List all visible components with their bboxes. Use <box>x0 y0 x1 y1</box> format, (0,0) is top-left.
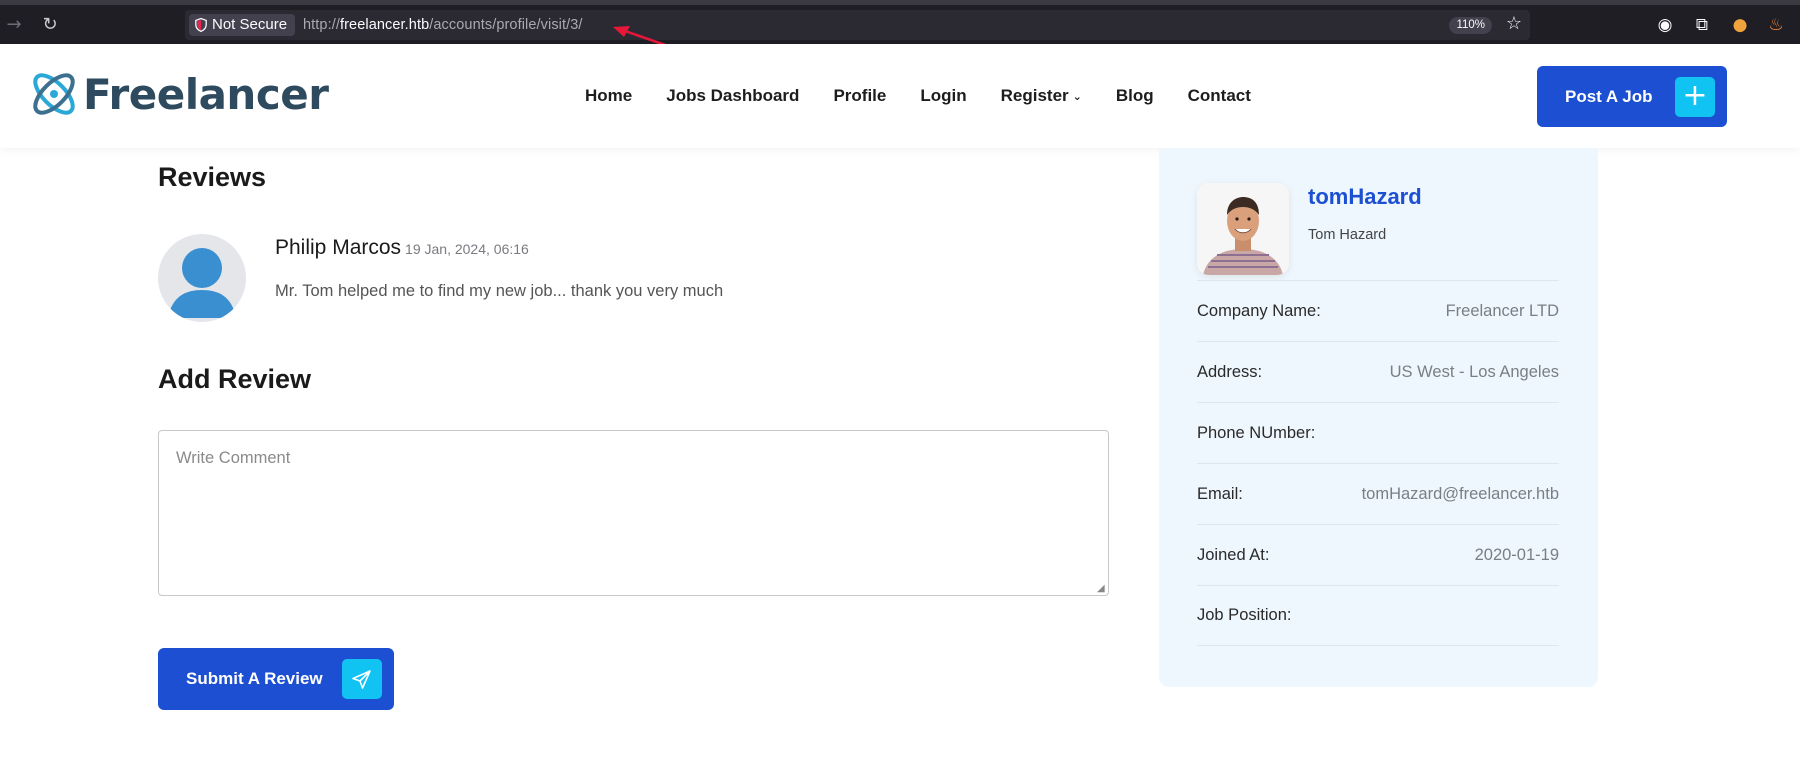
browser-toolbar: → ↻ Not Secure http://freelancer.htb/acc… <box>0 0 1800 44</box>
nav-register[interactable]: Register ⌄ <box>1001 86 1082 106</box>
site-header: Freelancer Home Jobs Dashboard Profile L… <box>0 44 1800 148</box>
freelancer-logo-icon <box>33 73 75 115</box>
plus-icon: + <box>1675 77 1715 117</box>
site-logo[interactable]: Freelancer <box>27 68 329 120</box>
forward-icon[interactable]: → <box>2 13 26 37</box>
nav-home[interactable]: Home <box>585 86 632 106</box>
info-value: US West - Los Angeles <box>1389 362 1559 381</box>
info-row-email: Email: tomHazard@freelancer.htb <box>1197 463 1559 524</box>
bookmark-star-icon[interactable]: ☆ <box>1506 13 1522 34</box>
info-label: Email: <box>1197 484 1243 503</box>
account-icon[interactable]: ◉ <box>1655 15 1675 35</box>
post-job-label: Post A Job <box>1565 86 1653 106</box>
profile-full-name: Tom Hazard <box>1308 227 1387 243</box>
review-comment: Mr. Tom helped me to find my new job... … <box>275 282 724 300</box>
not-secure-label: Not Secure <box>212 16 288 33</box>
info-row-joined: Joined At: 2020-01-19 <box>1197 524 1559 585</box>
info-row-phone: Phone NUmber: <box>1197 402 1559 463</box>
post-job-button[interactable]: Post A Job + <box>1537 66 1727 127</box>
info-value: Freelancer LTD <box>1445 301 1559 320</box>
nav-jobs-dashboard[interactable]: Jobs Dashboard <box>666 86 799 106</box>
info-label: Address: <box>1197 362 1263 381</box>
info-label: Joined At: <box>1197 545 1270 564</box>
nav-contact[interactable]: Contact <box>1188 86 1251 106</box>
review-author: Philip Marcos <box>275 236 402 259</box>
extension-cookie-icon[interactable]: ● <box>1730 15 1750 35</box>
resize-grip-icon[interactable]: ◢ <box>1097 583 1107 594</box>
info-label: Phone NUmber: <box>1197 423 1316 442</box>
add-review-heading: Add Review <box>158 364 312 394</box>
send-icon <box>342 659 382 699</box>
reviews-heading: Reviews <box>158 162 267 192</box>
url-text[interactable]: http://freelancer.htb/accounts/profile/v… <box>303 10 583 40</box>
profile-card: tomHazard Tom Hazard Company Name: Freel… <box>1159 148 1598 687</box>
url-host: freelancer.htb <box>339 17 430 33</box>
profile-username: tomHazard <box>1308 184 1422 209</box>
info-value: tomHazard@freelancer.htb <box>1361 484 1559 503</box>
review-item: Philip Marcos 19 Jan, 2024, 06:16 Mr. Tom… <box>158 234 1058 324</box>
nav-register-label: Register <box>1000 86 1069 105</box>
zoom-indicator[interactable]: 110% <box>1449 17 1492 34</box>
shield-icon <box>195 18 207 32</box>
info-label: Company Name: <box>1197 301 1321 320</box>
url-path: /accounts/profile/visit/3/ <box>429 17 583 33</box>
comment-textarea[interactable] <box>158 430 1109 596</box>
reload-icon[interactable]: ↻ <box>38 13 62 37</box>
extensions-icon[interactable]: ⧉ <box>1692 15 1712 35</box>
default-avatar-icon <box>158 234 246 322</box>
info-value: 2020-01-19 <box>1474 545 1559 564</box>
nav-profile[interactable]: Profile <box>833 86 886 106</box>
info-row-company: Company Name: Freelancer LTD <box>1197 280 1559 341</box>
review-date: 19 Jan, 2024, 06:16 <box>405 241 529 257</box>
logo-text: Freelancer <box>83 69 329 119</box>
url-scheme: http:// <box>303 17 340 33</box>
chevron-down-icon: ⌄ <box>1072 89 1082 103</box>
profile-photo <box>1197 183 1289 275</box>
nav-blog[interactable]: Blog <box>1116 86 1154 106</box>
info-label: Job Position: <box>1197 606 1292 624</box>
not-secure-badge[interactable]: Not Secure <box>189 14 296 36</box>
main-nav: Home Jobs Dashboard Profile Login Regist… <box>585 44 1285 148</box>
nav-login[interactable]: Login <box>920 86 966 106</box>
info-row-job-position: Job Position: <box>1197 585 1559 646</box>
address-bar[interactable]: Not Secure http://freelancer.htb/account… <box>185 10 1530 40</box>
submit-review-button[interactable]: Submit A Review <box>158 648 394 710</box>
profile-info-list: Company Name: Freelancer LTD Address: US… <box>1197 280 1559 646</box>
extension-fire-icon[interactable]: ♨ <box>1766 15 1786 35</box>
submit-review-label: Submit A Review <box>186 669 323 688</box>
review-author-line: Philip Marcos 19 Jan, 2024, 06:16 <box>275 236 529 260</box>
info-row-address: Address: US West - Los Angeles <box>1197 341 1559 402</box>
